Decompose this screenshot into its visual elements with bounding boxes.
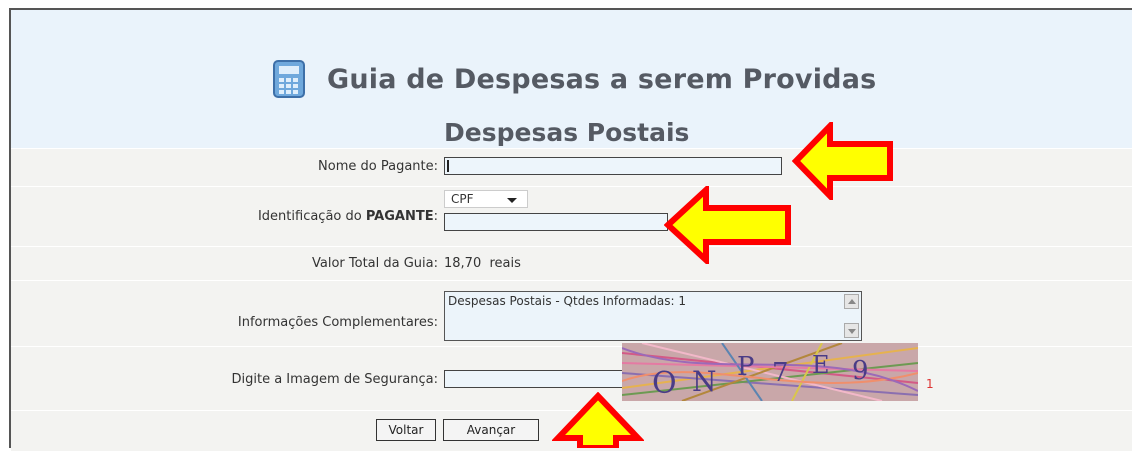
text-cursor (447, 160, 449, 172)
annotation-arrow-identificacao (664, 186, 791, 264)
informacoes-textarea[interactable]: Despesas Postais - Qtdes Informadas: 1 (444, 291, 862, 341)
svg-text:O: O (652, 366, 677, 401)
captcha-label: Digite a Imagem de Segurança: (231, 372, 439, 387)
valor-label: Valor Total da Guia: (311, 256, 438, 271)
valor-total: 18,70 reais (444, 256, 521, 271)
nome-pagante-input[interactable] (444, 157, 782, 175)
row-nome: Nome do Pagante: (11, 148, 1132, 187)
identificacao-label: Identificação do PAGANTE: (257, 209, 438, 224)
informacoes-text: Despesas Postais - Qtdes Informadas: 1 (448, 294, 686, 308)
calculator-icon (273, 60, 305, 98)
chevron-down-icon (507, 198, 517, 203)
header: Guia de Despesas a serem Providas Despes… (11, 10, 1132, 150)
svg-text:P: P (737, 352, 755, 382)
informacoes-label: Informações Complementares: (237, 315, 438, 330)
page-subtitle: Despesas Postais (444, 118, 690, 147)
avancar-button[interactable]: Avançar (443, 419, 539, 441)
svg-text:9: 9 (852, 356, 869, 386)
nome-label: Nome do Pagante: (318, 159, 438, 174)
page-frame: Guia de Despesas a serem Providas Despes… (9, 8, 1132, 451)
row-identificacao: Identificação do PAGANTE: CPF (11, 186, 1132, 247)
svg-text:7: 7 (772, 358, 789, 388)
svg-text:N: N (692, 365, 717, 398)
id-type-select[interactable]: CPF (444, 190, 528, 208)
captcha-image: O N P 7 E 9 (622, 343, 918, 401)
captcha-extra-mark: 1 (926, 377, 934, 391)
identificacao-input[interactable] (444, 213, 668, 231)
id-type-value: CPF (451, 192, 474, 206)
annotation-arrow-captcha (552, 392, 644, 448)
captcha-input[interactable] (444, 370, 624, 388)
page-title: Guia de Despesas a serem Providas (327, 64, 877, 95)
annotation-arrow-nome (792, 122, 893, 200)
row-valor: Valor Total da Guia: 18,70 reais (11, 246, 1132, 281)
svg-text:E: E (812, 351, 830, 379)
row-informacoes: Informações Complementares: Despesas Pos… (11, 280, 1132, 347)
voltar-button[interactable]: Voltar (376, 419, 436, 441)
scroll-down-icon[interactable] (844, 323, 859, 338)
scroll-up-icon[interactable] (844, 294, 859, 309)
